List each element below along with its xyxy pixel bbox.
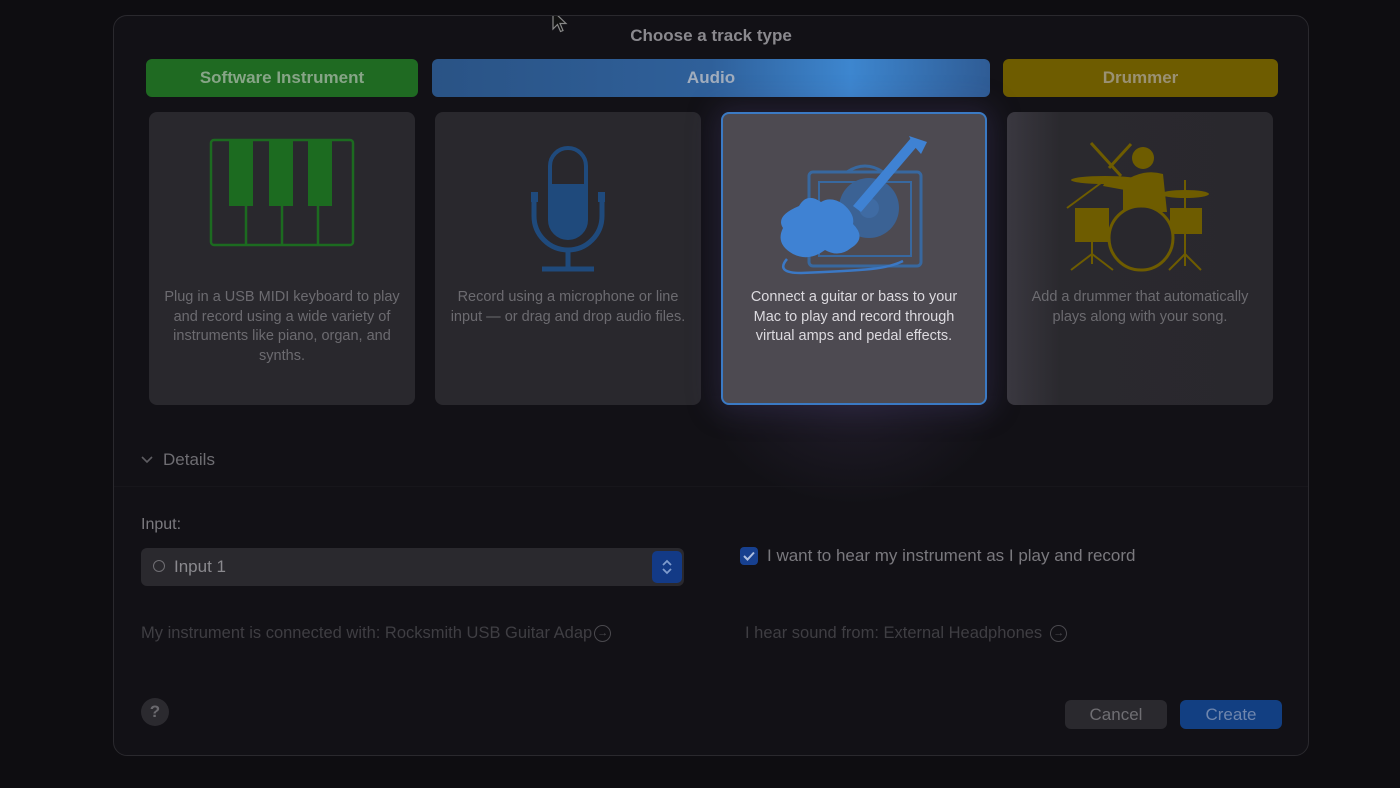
track-card-software-instrument[interactable]: Plug in a USB MIDI keyboard to play and … [149,112,415,405]
new-track-dialog: Choose a track type Software Instrument … [113,15,1309,756]
instrument-connection-text: My instrument is connected with: Rocksmi… [141,624,593,642]
help-button[interactable]: ? [141,698,169,726]
track-card-description: Add a drummer that automatically plays a… [1031,289,1249,325]
track-card-description: Plug in a USB MIDI keyboard to play and … [164,289,400,364]
output-source-link[interactable]: I hear sound from: External Headphones → [745,624,1068,643]
monitor-option: I want to hear my instrument as I play a… [740,546,1136,566]
monitor-checkbox-label[interactable]: I want to hear my instrument as I play a… [767,546,1136,566]
track-card-description: Connect a guitar or bass to your Mac to … [750,289,958,344]
selection-glow [704,396,1004,506]
input-label: Input: [141,516,182,533]
track-card-guitar-bass[interactable]: Connect a guitar or bass to your Mac to … [721,112,987,405]
guitar-amp-icon [780,136,927,275]
dialog-title: Choose a track type [630,26,792,45]
monitor-checkbox[interactable] [740,547,758,565]
details-label: Details [163,450,215,469]
mouse-pointer-icon [552,16,568,33]
input-status-icon [153,560,165,572]
chevron-down-icon [141,456,153,464]
create-button[interactable]: Create [1180,700,1282,729]
track-card-microphone[interactable]: Record using a microphone or line input … [435,112,701,405]
input-select[interactable]: Input 1 [141,548,684,586]
cancel-button[interactable]: Cancel [1065,700,1167,729]
drummer-icon [1066,141,1209,272]
microphone-icon [531,146,605,272]
checkmark-icon [743,551,755,561]
tab-audio[interactable]: Audio [432,59,990,97]
tab-drummer[interactable]: Drummer [1003,59,1278,97]
instrument-connection-link[interactable]: My instrument is connected with: Rocksmi… [141,624,612,643]
piano-keyboard-icon [209,138,355,247]
track-card-description: Record using a microphone or line input … [450,289,686,325]
input-select-value: Input 1 [174,557,226,576]
track-card-drummer[interactable]: Add a drummer that automatically plays a… [1007,112,1273,405]
select-stepper-icon[interactable] [652,551,682,583]
details-disclosure[interactable]: Details [141,450,215,470]
output-source-text: I hear sound from: External Headphones [745,624,1043,642]
arrow-right-circle-icon[interactable]: → [594,625,612,642]
tab-software-instrument[interactable]: Software Instrument [146,59,418,97]
arrow-right-circle-icon[interactable]: → [1050,625,1068,642]
details-divider [114,486,1308,487]
